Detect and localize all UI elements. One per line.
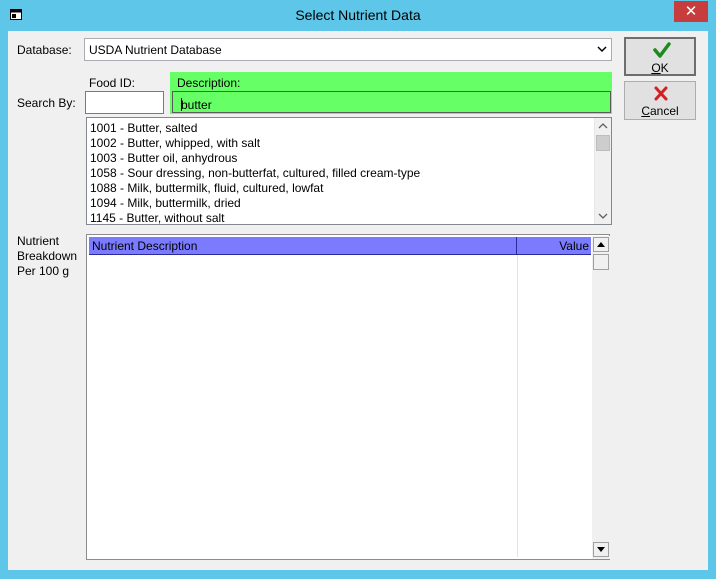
red-x-icon: [654, 86, 668, 101]
column-header-value-label: Value: [559, 239, 589, 253]
column-header-description-label: Nutrient Description: [92, 239, 198, 253]
cancel-rest: ancel: [649, 104, 679, 118]
window-title: Select Nutrient Data: [295, 7, 421, 23]
description-label: Description:: [177, 76, 241, 90]
ok-button[interactable]: OK: [624, 37, 696, 76]
results-scrollbar[interactable]: [594, 118, 611, 224]
ok-mnemonic: O: [651, 61, 661, 75]
list-item[interactable]: 1058 - Sour dressing, non-butterfat, cul…: [90, 166, 420, 180]
cancel-button-label: Cancel: [625, 104, 695, 118]
list-item[interactable]: 1088 - Milk, buttermilk, fluid, cultured…: [90, 181, 323, 195]
description-panel: Description: butter: [170, 72, 612, 114]
search-by-label: Search By:: [17, 96, 76, 110]
grid-scrollbar[interactable]: [592, 236, 610, 559]
window-bottom-border: [0, 570, 716, 579]
database-label: Database:: [17, 43, 72, 57]
dialog-body: Database: USDA Nutrient Database Food ID…: [8, 31, 708, 570]
checkmark-icon: [653, 42, 671, 58]
triangle-down-icon: [597, 547, 605, 552]
cancel-mnemonic: C: [641, 104, 650, 118]
scroll-up-icon[interactable]: [595, 118, 611, 134]
breakdown-label-line2: Breakdown: [17, 249, 78, 263]
cancel-button[interactable]: Cancel: [624, 81, 696, 120]
breakdown-label-line1: Nutrient: [17, 234, 60, 248]
list-item[interactable]: 1145 - Butter, without salt: [90, 211, 225, 224]
food-id-input[interactable]: [85, 91, 164, 114]
breakdown-label-line3: Per 100 g: [17, 264, 70, 278]
nutrient-grid[interactable]: Nutrient Description Value: [86, 234, 610, 560]
grid-header: Nutrient Description Value: [89, 237, 591, 255]
column-divider: [517, 255, 518, 557]
title-bar[interactable]: Select Nutrient Data ✕: [0, 0, 716, 31]
ok-button-label: OK: [626, 61, 694, 75]
dialog-window: Select Nutrient Data ✕ Database: USDA Nu…: [0, 0, 716, 579]
scroll-down-icon[interactable]: [595, 208, 611, 224]
grid-scroll-down-button[interactable]: [593, 542, 609, 557]
database-select[interactable]: USDA Nutrient Database: [84, 38, 612, 61]
list-item[interactable]: 1094 - Milk, buttermilk, dried: [90, 196, 241, 210]
text-caret: [181, 98, 182, 111]
grid-scroll-up-button[interactable]: [593, 237, 609, 252]
database-selected-value: USDA Nutrient Database: [89, 43, 222, 57]
list-item[interactable]: 1001 - Butter, salted: [90, 121, 197, 135]
triangle-up-icon: [597, 242, 605, 247]
chevron-down-icon: [597, 46, 607, 53]
scroll-thumb[interactable]: [596, 135, 610, 151]
close-button[interactable]: ✕: [674, 1, 708, 22]
description-value: butter: [181, 98, 212, 112]
list-item[interactable]: 1002 - Butter, whipped, with salt: [90, 136, 260, 150]
description-input[interactable]: butter: [172, 91, 611, 113]
list-item[interactable]: 1003 - Butter oil, anhydrous: [90, 151, 237, 165]
column-header-description[interactable]: Nutrient Description: [89, 237, 517, 255]
column-header-value[interactable]: Value: [518, 237, 591, 255]
grid-scroll-thumb[interactable]: [593, 254, 609, 270]
food-id-label: Food ID:: [89, 76, 136, 90]
food-results-list[interactable]: 1001 - Butter, salted 1002 - Butter, whi…: [86, 117, 612, 225]
ok-rest: K: [660, 61, 669, 75]
